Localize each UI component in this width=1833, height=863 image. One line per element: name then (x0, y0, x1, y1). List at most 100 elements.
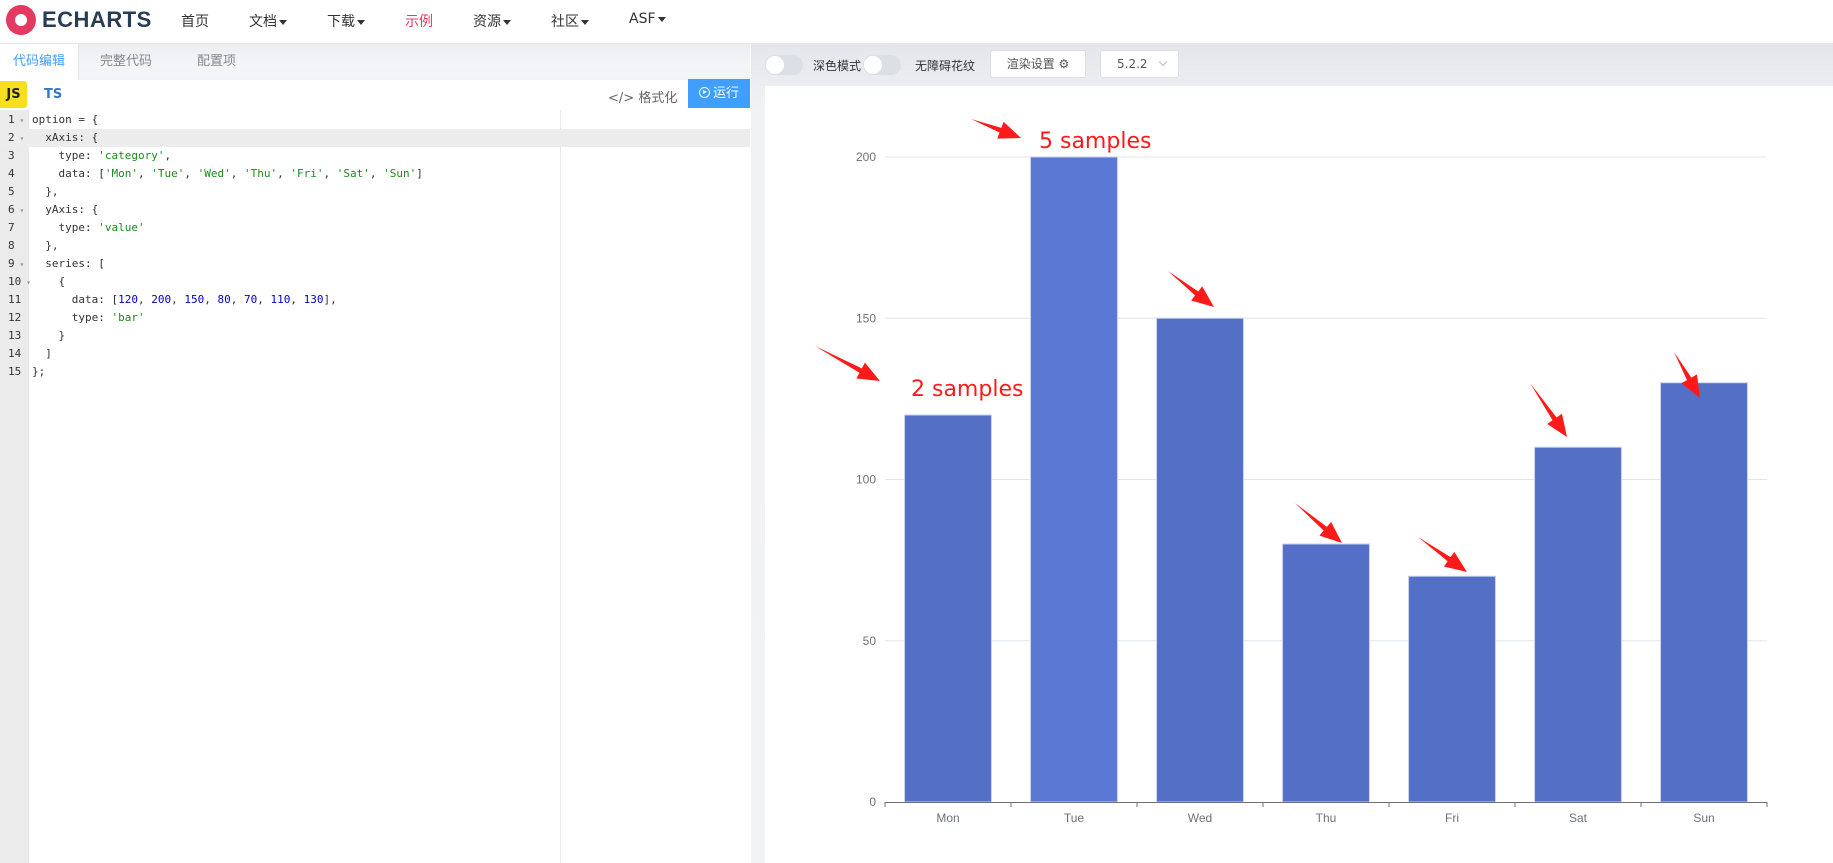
bar-tue[interactable] (1030, 156, 1118, 803)
nav-resources[interactable]: 资源 (473, 11, 511, 31)
bar-sun[interactable] (1660, 382, 1748, 803)
y-tick-label: 200 (856, 150, 876, 164)
line-number[interactable]: 6 (0, 201, 29, 220)
line-number[interactable]: 10 (0, 273, 29, 292)
line-number: 14 (8, 347, 22, 360)
chart-container: 0 50 100 150 200 Mon Tue Wed Thu Fri Sat Sun 2 sampl… (765, 86, 1833, 863)
decal-label: 无障碍花纹 (915, 59, 976, 73)
format-label: 格式化 (638, 91, 678, 106)
code-line: 2 xAxis: { (0, 129, 750, 147)
code-line: 1option = { (0, 111, 750, 129)
line-number[interactable]: 2 (0, 129, 29, 148)
y-tick-label: 50 (863, 634, 877, 648)
nav-docs[interactable]: 文档 (249, 11, 287, 31)
arrow-icon (1168, 271, 1214, 307)
code-editor[interactable]: 1option = {2 xAxis: {3 type: 'category',… (0, 110, 750, 863)
x-tick-label: Sun (1693, 811, 1714, 825)
code-text: yAxis: { (32, 203, 99, 216)
x-tick-label: Tue (1064, 811, 1085, 825)
code-line: 5 }, (0, 183, 750, 201)
arrow-icon (1530, 383, 1567, 437)
line-number[interactable]: 9 (0, 255, 29, 274)
code-text: option = { (32, 113, 99, 126)
caret-down-icon (357, 19, 365, 25)
code-text: series: [ (32, 257, 105, 270)
code-text: type: 'value' (32, 221, 145, 234)
echarts-logo[interactable]: ECHARTS (6, 5, 152, 35)
arrow-icon (971, 119, 1021, 139)
code-text: data: ['Mon', 'Tue', 'Wed', 'Thu', 'Fri'… (32, 167, 423, 180)
bar-fri[interactable] (1408, 575, 1496, 803)
line-number[interactable]: 1 (0, 111, 29, 130)
lang-ts-button[interactable]: TS (44, 81, 62, 108)
nav-resources-label: 资源 (473, 14, 501, 30)
language-bar: JS TS </> 格式化 (0, 80, 750, 110)
code-panel: 代码编辑 完整代码 配置项 JS TS </> 格式化 运行 1option =… (0, 44, 750, 863)
tab-full-code[interactable]: 完整代码 (100, 44, 152, 80)
code-text: xAxis: { (32, 131, 99, 144)
run-button[interactable]: 运行 (688, 79, 750, 108)
play-circle-icon (698, 87, 710, 98)
nav-download[interactable]: 下载 (327, 11, 365, 31)
render-settings-button[interactable]: 渲染设置 ⚙ (990, 50, 1086, 78)
line-number: 12 (8, 311, 22, 324)
line-number: 13 (8, 329, 22, 342)
bar-mon[interactable] (904, 414, 992, 803)
bar-sat[interactable] (1534, 446, 1622, 803)
line-number: 4 (8, 167, 15, 180)
code-line: 6 yAxis: { (0, 201, 750, 219)
preview-toolbar: 深色模式 无障碍花纹 渲染设置 ⚙ 5.2.2 (751, 44, 1833, 86)
format-button[interactable]: </> 格式化 (608, 87, 677, 106)
nav-home-label: 首页 (181, 14, 209, 30)
preview-panel: 深色模式 无障碍花纹 渲染设置 ⚙ 5.2.2 0 50 100 150 200 Mon T… (751, 44, 1833, 863)
code-line: 14 ] (0, 345, 750, 363)
caret-down-icon (581, 19, 589, 25)
nav-asf[interactable]: ASF (629, 11, 666, 27)
editor-tabs: 代码编辑 完整代码 配置项 (0, 44, 750, 80)
nav-community[interactable]: 社区 (551, 11, 589, 31)
nav-download-label: 下载 (327, 14, 355, 30)
lang-js-button[interactable]: JS (0, 81, 27, 108)
code-text: type: 'bar' (32, 311, 145, 324)
code-text: ] (32, 347, 52, 360)
line-number: 11 (8, 293, 22, 306)
nav-home[interactable]: 首页 (181, 11, 209, 31)
line-number: 7 (8, 221, 15, 234)
code-line: 10 { (0, 273, 750, 291)
code-text: }, (32, 185, 59, 198)
code-line: 11 data: [120, 200, 150, 80, 70, 110, 13… (0, 291, 750, 309)
nav-examples[interactable]: 示例 (405, 11, 433, 31)
x-tick-label: Fri (1445, 811, 1459, 825)
decal-toggle[interactable] (863, 55, 901, 75)
code-text: } (32, 329, 66, 342)
code-text: }, (32, 239, 59, 252)
y-tick-label: 0 (869, 795, 876, 809)
code-line: 13 } (0, 327, 750, 345)
code-line: 7 type: 'value' (0, 219, 750, 237)
code-line: 4 data: ['Mon', 'Tue', 'Wed', 'Thu', 'Fr… (0, 165, 750, 183)
x-tick-label: Mon (936, 811, 959, 825)
line-number: 15 (8, 365, 22, 378)
code-line: 12 type: 'bar' (0, 309, 750, 327)
bar-thu[interactable] (1282, 543, 1370, 803)
dark-mode-toggle[interactable] (765, 55, 803, 75)
run-label: 运行 (712, 86, 739, 101)
tab-code-edit[interactable]: 代码编辑 (0, 44, 79, 80)
gear-icon: ⚙ (1058, 57, 1070, 71)
caret-down-icon (657, 16, 666, 22)
caret-down-icon (279, 19, 287, 25)
code-line: 8 }, (0, 237, 750, 255)
code-line: 3 type: 'category', (0, 147, 750, 165)
bar-chart: 0 50 100 150 200 Mon Tue Wed Thu Fri Sat Sun 2 sampl… (815, 119, 1768, 825)
logo-text: ECHARTS (42, 7, 152, 32)
line-number: 8 (8, 239, 15, 252)
nav-docs-label: 文档 (249, 14, 277, 30)
version-select[interactable]: 5.2.2 (1100, 50, 1179, 78)
x-tick-label: Wed (1188, 811, 1212, 825)
code-text: type: 'category', (32, 149, 172, 162)
bar-wed[interactable] (1156, 317, 1244, 803)
nav-asf-label: ASF (629, 11, 656, 27)
code-line: 15}; (0, 363, 750, 381)
annotation-label: 5 samples (1039, 129, 1151, 154)
tab-options[interactable]: 配置项 (197, 44, 236, 80)
